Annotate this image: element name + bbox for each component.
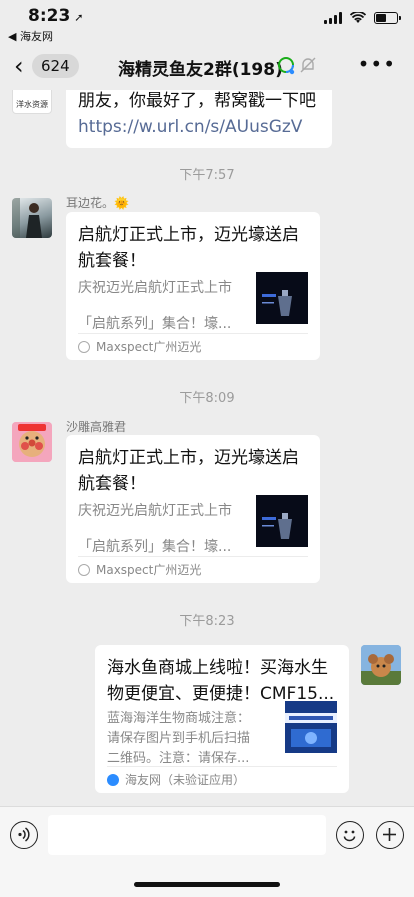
location-arrow-icon: ➚: [74, 11, 84, 24]
cartoon-character-icon: [12, 422, 52, 462]
card-thumbnail: [256, 495, 308, 547]
timestamp: 下午8:09: [179, 391, 235, 406]
title-status-icons: [276, 56, 316, 76]
wifi-icon: [350, 12, 366, 23]
emoji-icon[interactable]: [336, 821, 364, 849]
miniprogram-icon: [78, 341, 90, 353]
timestamp: 下午8:23: [179, 614, 235, 629]
back-chevron-icon[interactable]: ‹: [14, 54, 24, 78]
card-source: Maxspect广州迈光: [78, 556, 308, 583]
more-icon[interactable]: •••: [358, 52, 396, 76]
article-card[interactable]: 海水鱼商城上线啦！买海水生物更便宜、更便捷！CMF15... 蓝海海洋生物商城注…: [95, 645, 349, 793]
chat-title: 海精灵鱼友2群(198): [118, 60, 283, 80]
avatar[interactable]: [12, 422, 52, 462]
unread-count-badge[interactable]: 624: [32, 54, 79, 78]
card-title: 海水鱼商城上线啦！买海水生物更便宜、更便捷！CMF15...: [107, 658, 335, 704]
app-icon: [107, 774, 119, 786]
battery-icon: [374, 12, 401, 24]
status-bar: 8:23 ➚ ◀ 海友网: [0, 0, 414, 44]
card-source: Maxspect广州迈光: [78, 333, 308, 360]
dog-photo-icon: [361, 645, 401, 685]
card-thumbnail: [285, 701, 337, 753]
card-description: 请保存图片到手机后扫描: [107, 731, 251, 746]
card-source: 海友网（未验证应用）: [107, 766, 337, 793]
person-photo-icon: [12, 198, 42, 238]
card-description: 蓝海海洋生物商城注意：: [107, 711, 251, 726]
card-description: 庆祝迈光启航灯正式上市: [78, 280, 232, 296]
article-card[interactable]: 启航灯正式上市，迈光壕送启航套餐！ 庆祝迈光启航灯正式上市 「启航系列」集合！壕…: [66, 212, 320, 360]
card-title: 启航灯正式上市，迈光壕送启航套餐！: [78, 225, 299, 271]
avatar-text: 洋水资源: [16, 100, 48, 109]
status-icons: [324, 12, 401, 24]
card-description: 「启航系列」集合！壕...: [78, 539, 232, 555]
cellular-signal-icon: [324, 12, 342, 24]
mute-bell-icon: [300, 57, 316, 73]
miniprogram-icon: [78, 564, 90, 576]
back-to-app-link[interactable]: ◀ 海友网: [8, 28, 53, 44]
message-link[interactable]: https://w.url.cn/s/AUusGzV: [78, 114, 320, 140]
card-title: 启航灯正式上市，迈光壕送启航套餐！: [78, 448, 299, 494]
message-text: 朋友，你最好了，帮窝戳一下吧: [78, 91, 316, 111]
sender-name: 耳边花。🌞: [66, 196, 129, 210]
message-bubble[interactable]: 朋友，你最好了，帮窝戳一下吧 https://w.url.cn/s/AUusGz…: [66, 90, 332, 148]
message-list[interactable]: 洋水资源 朋友，你最好了，帮窝戳一下吧 https://w.url.cn/s/A…: [0, 90, 414, 806]
avatar[interactable]: [12, 198, 52, 238]
avatar[interactable]: [361, 645, 401, 685]
message-input[interactable]: [48, 815, 326, 855]
home-indicator[interactable]: [134, 882, 280, 887]
plus-icon[interactable]: [376, 821, 404, 849]
card-thumbnail: [256, 272, 308, 324]
voice-input-icon[interactable]: [10, 821, 38, 849]
battery-level: [376, 14, 386, 22]
avatar[interactable]: 洋水资源: [12, 90, 52, 114]
card-description: 庆祝迈光启航灯正式上市: [78, 503, 232, 519]
chat-header: ‹ 624 海精灵鱼友2群(198) •••: [0, 44, 414, 90]
article-card[interactable]: 启航灯正式上市，迈光壕送启航套餐！ 庆祝迈光启航灯正式上市 「启航系列」集合！壕…: [66, 435, 320, 583]
card-description: 「启航系列」集合！壕...: [78, 316, 232, 332]
timestamp: 下午7:57: [179, 168, 235, 183]
chat-bubble-icon: [278, 57, 295, 75]
clock: 8:23 ➚: [28, 6, 84, 26]
sender-name: 沙雕高雅君: [66, 420, 127, 434]
